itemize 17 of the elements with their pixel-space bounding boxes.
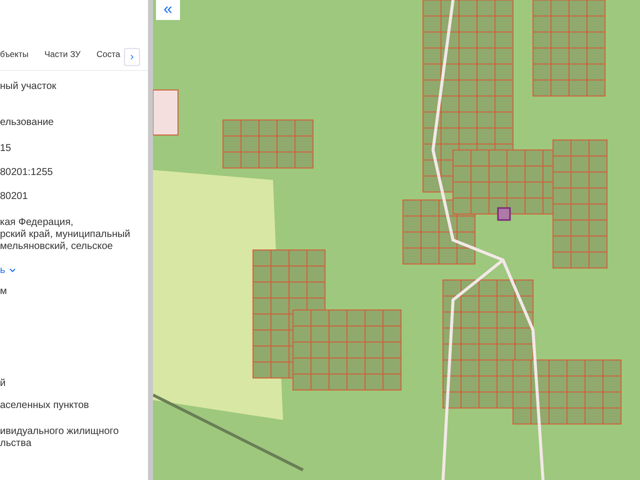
field-value: аселенных пунктов — [0, 400, 90, 412]
field-value: 80201 — [0, 191, 29, 203]
field-value: ельзование — [0, 117, 55, 129]
field-value: кая Федерация, рский край, муниципальный мельяновский, сельское — [0, 217, 132, 253]
field-value: ивидуального жилищного льства — [0, 426, 120, 450]
tab[interactable]: Соста — [96, 45, 120, 65]
scroll-tabs-button[interactable]: › — [124, 48, 140, 66]
field-value: й — [0, 378, 7, 390]
field-value: 80201:1255 — [0, 167, 54, 179]
field-value: 15 — [0, 143, 12, 155]
tab[interactable]: бъекты — [0, 45, 28, 65]
field-value: м — [0, 286, 8, 298]
field-link[interactable]: ь — [0, 265, 6, 276]
field-value: ный участок — [0, 81, 58, 93]
tab[interactable]: Части ЗУ — [44, 45, 81, 65]
collapse-panel-button[interactable]: « — [156, 0, 180, 20]
chevron-down-icon[interactable] — [9, 268, 16, 273]
